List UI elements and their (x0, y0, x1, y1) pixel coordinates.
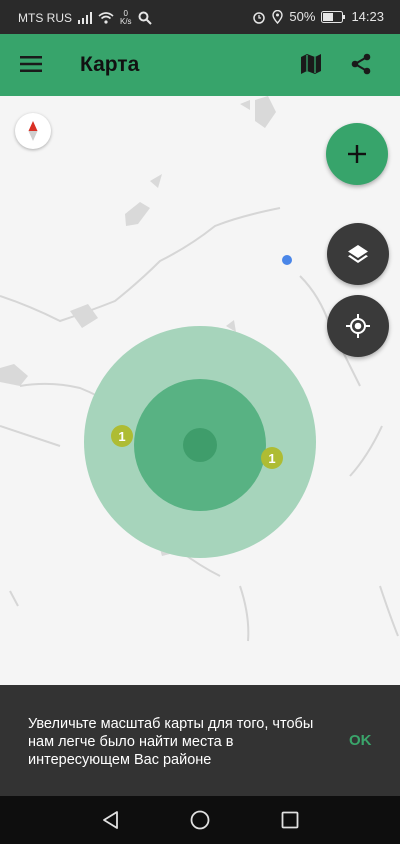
clock-time: 14:23 (351, 9, 384, 24)
compass-button[interactable] (15, 113, 51, 149)
cluster-marker[interactable]: 1 (261, 447, 283, 469)
snackbar-message: Увеличьте масштаб карты для того, чтобы … (28, 716, 314, 768)
location-icon (272, 9, 284, 24)
network-speed: 0 K/s (120, 9, 132, 26)
menu-icon[interactable] (20, 55, 42, 73)
layers-icon (348, 245, 368, 263)
snackbar: Увеличьте масштаб карты для того, чтобы … (0, 685, 400, 796)
battery-percent: 50% (289, 9, 316, 24)
layers-button[interactable] (327, 223, 389, 285)
carrier-name: MTS RUS (18, 11, 72, 25)
crosshair-icon (346, 314, 370, 338)
navigation-bar (0, 796, 400, 844)
map-view[interactable]: 1 1 (0, 96, 400, 685)
map-icon[interactable] (300, 53, 322, 75)
plus-icon (348, 145, 366, 163)
search-area-center (183, 428, 217, 462)
snackbar-ok-button[interactable]: OK (349, 732, 372, 749)
battery-icon (321, 10, 346, 23)
user-location-dot (282, 255, 292, 265)
signal-icon (78, 12, 92, 24)
app-bar: Карта (0, 34, 400, 96)
status-bar: MTS RUS 0 K/s 50% 14:23 (0, 0, 400, 34)
alarm-icon (253, 11, 266, 24)
search-icon (138, 11, 152, 25)
page-title: Карта (80, 53, 140, 76)
back-icon[interactable] (100, 809, 122, 831)
cluster-count: 1 (268, 450, 276, 466)
wifi-icon (98, 12, 114, 24)
my-location-button[interactable] (327, 295, 389, 357)
share-icon[interactable] (350, 53, 372, 75)
cluster-marker[interactable]: 1 (111, 425, 133, 447)
recents-icon[interactable] (279, 809, 301, 831)
add-place-button[interactable] (326, 123, 388, 185)
cluster-count: 1 (118, 428, 126, 444)
home-icon[interactable] (189, 809, 211, 831)
compass-icon (28, 121, 38, 141)
